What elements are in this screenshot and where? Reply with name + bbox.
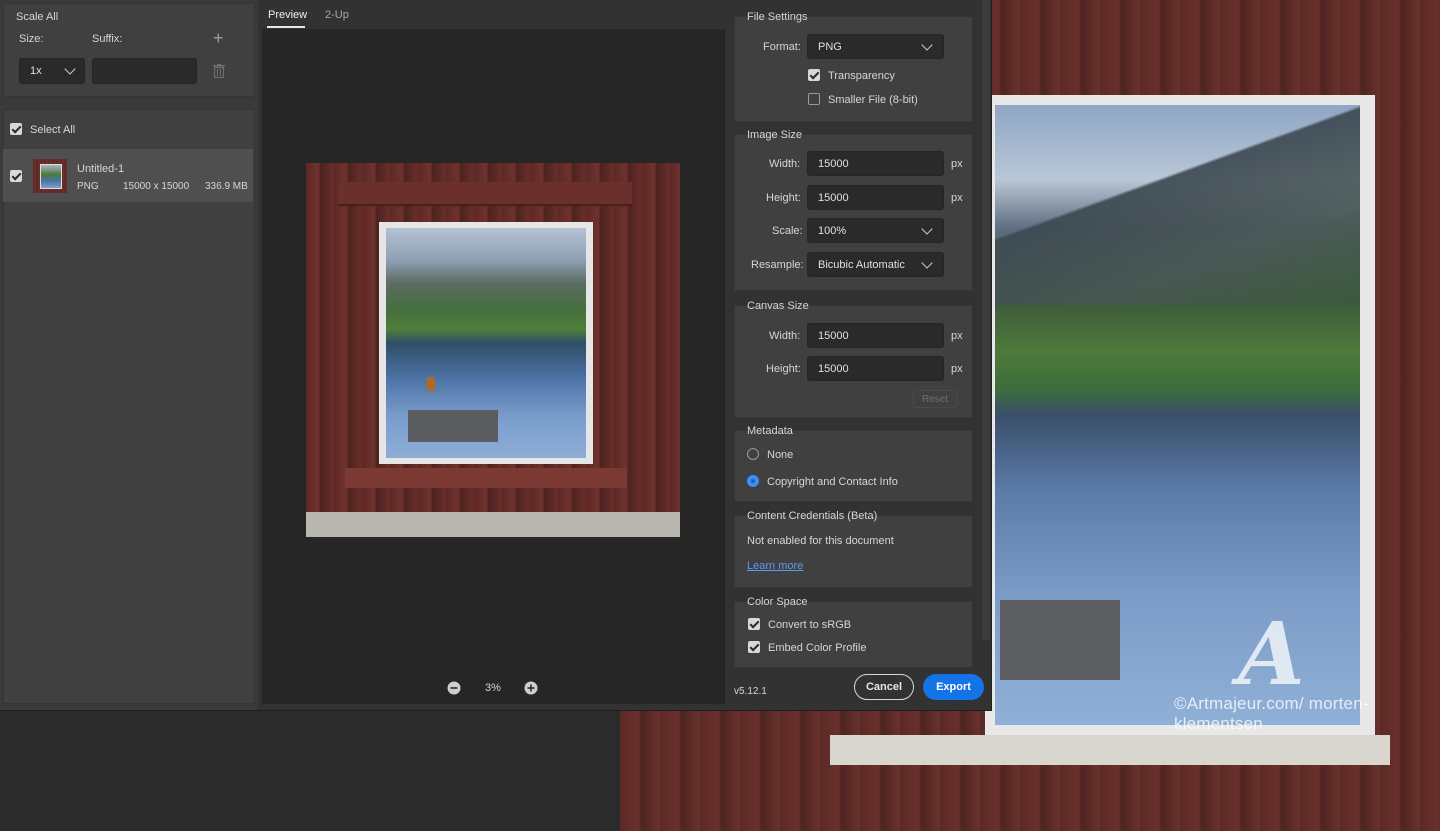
canvas-height-input[interactable]: 15000 <box>807 356 944 381</box>
asset-name: Untitled-1 <box>77 163 125 175</box>
learn-more-link[interactable]: Learn more <box>747 560 803 572</box>
color-space-title: Color Space <box>747 596 808 608</box>
content-credentials-status: Not enabled for this document <box>747 535 894 547</box>
watermark-text: ©Artmajeur.com/ morten-klementsen <box>1174 694 1369 733</box>
preview-person <box>427 377 435 391</box>
preview-dock <box>408 410 498 442</box>
smaller-file-checkbox[interactable] <box>808 93 820 105</box>
scale-select-value: 1x <box>30 65 42 77</box>
select-all-label: Select All <box>30 124 76 136</box>
background-mountain <box>995 105 1360 305</box>
format-label: Format: <box>763 41 801 53</box>
image-width-input[interactable]: 15000 <box>807 151 944 176</box>
cancel-button[interactable]: Cancel <box>854 674 914 700</box>
canvas-height-unit: px <box>951 363 963 375</box>
preview-header-board <box>338 182 632 206</box>
minus-circle-icon[interactable] <box>447 681 461 695</box>
suffix-input[interactable] <box>92 58 197 84</box>
transparency-checkbox[interactable] <box>808 69 820 81</box>
asset-checkbox[interactable] <box>10 170 22 182</box>
background-window-sill <box>830 735 1390 765</box>
file-settings-title: File Settings <box>747 11 808 23</box>
plus-circle-icon[interactable] <box>524 681 538 695</box>
convert-srgb-label: Convert to sRGB <box>768 619 852 631</box>
transparency-label: Transparency <box>828 70 895 82</box>
scale-select[interactable]: 1x <box>19 58 85 84</box>
reset-button[interactable]: Reset <box>913 390 957 408</box>
tab-2-up[interactable]: 2-Up <box>325 9 349 21</box>
chevron-down-icon <box>64 63 76 75</box>
image-height-unit: px <box>951 192 963 204</box>
canvas-width-input[interactable]: 15000 <box>807 323 944 348</box>
image-height-label: Height: <box>766 192 801 204</box>
asset-format: PNG <box>77 181 99 192</box>
canvas-height-label: Height: <box>766 363 801 375</box>
image-scale-label: Scale: <box>772 225 803 237</box>
image-height-input[interactable]: 15000 <box>807 185 944 210</box>
metadata-none-radio[interactable] <box>747 448 759 460</box>
preview-window-sill <box>345 468 627 488</box>
canvas-width-label: Width: <box>769 330 801 342</box>
tab-preview[interactable]: Preview <box>268 9 307 21</box>
settings-scrollbar[interactable] <box>982 0 990 640</box>
scale-all-title: Scale All <box>16 11 59 23</box>
smaller-file-label: Smaller File (8-bit) <box>828 94 918 106</box>
image-width-unit: px <box>951 158 963 170</box>
image-width-label: Width: <box>769 158 801 170</box>
preview-ground <box>306 512 680 537</box>
content-credentials-panel <box>734 515 973 588</box>
metadata-copyright-radio[interactable] <box>747 475 759 487</box>
format-select[interactable]: PNG <box>807 34 944 59</box>
resample-select[interactable]: Bicubic Automatic <box>807 252 944 277</box>
plus-icon[interactable]: + <box>213 29 224 47</box>
embed-profile-label: Embed Color Profile <box>768 642 867 654</box>
chevron-down-icon <box>921 222 933 235</box>
chevron-down-icon <box>921 256 933 269</box>
tab-preview-indicator <box>267 26 305 28</box>
embed-profile-checkbox[interactable] <box>748 641 760 653</box>
convert-srgb-checkbox[interactable] <box>748 618 760 630</box>
canvas-size-title: Canvas Size <box>747 300 809 312</box>
metadata-copyright-label: Copyright and Contact Info <box>767 476 898 488</box>
export-button[interactable]: Export <box>923 674 984 700</box>
metadata-panel <box>734 430 973 502</box>
background-dock <box>1000 600 1120 680</box>
resample-value: Bicubic Automatic <box>818 258 905 271</box>
asset-dimensions: 15000 x 15000 <box>123 181 190 192</box>
version-label: v5.12.1 <box>734 686 767 697</box>
trash-icon[interactable] <box>213 64 225 79</box>
zoom-level: 3% <box>485 682 501 694</box>
canvas-width-unit: px <box>951 330 963 342</box>
asset-file-size: 336.9 MB <box>205 181 248 192</box>
resample-label: Resample: <box>751 259 804 271</box>
artmajeur-logo: A <box>1238 604 1305 705</box>
size-label: Size: <box>19 33 44 45</box>
color-space-panel <box>734 601 973 668</box>
content-credentials-title: Content Credentials (Beta) <box>747 510 878 522</box>
file-settings-panel <box>734 16 973 122</box>
chevron-down-icon <box>921 38 933 51</box>
select-all-checkbox[interactable] <box>10 123 22 135</box>
image-size-title: Image Size <box>747 129 803 141</box>
desktop-background <box>0 712 620 831</box>
metadata-title: Metadata <box>747 425 793 437</box>
format-select-value: PNG <box>818 40 842 53</box>
suffix-label: Suffix: <box>92 33 123 45</box>
image-scale-select[interactable]: 100% <box>807 218 944 243</box>
image-scale-value: 100% <box>818 224 847 237</box>
metadata-none-label: None <box>767 449 794 461</box>
asset-thumbnail <box>33 159 67 193</box>
